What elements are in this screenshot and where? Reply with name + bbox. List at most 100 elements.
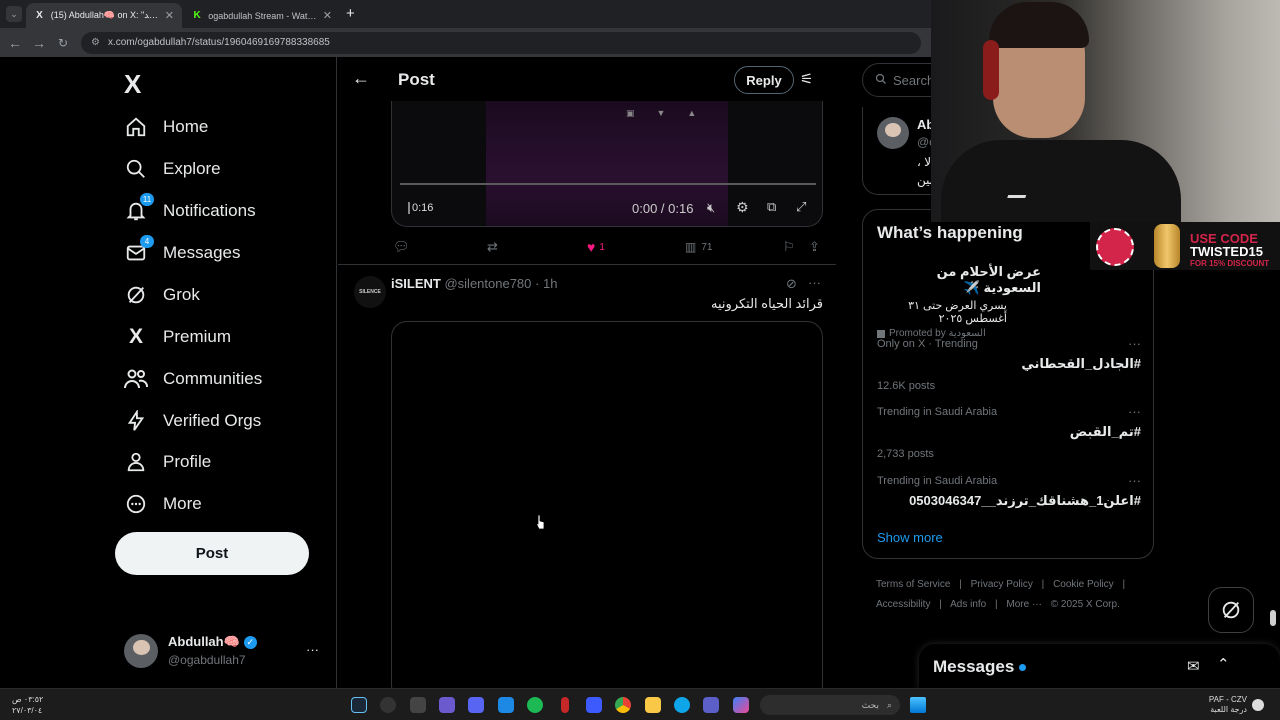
obs-icon[interactable] [380,697,396,713]
browser-tab-x[interactable]: X (15) Abdullah🧠 on X: "قرائد... ✕ [26,3,182,28]
reload-icon[interactable]: ↻ [51,36,75,50]
nav-item-profile[interactable]: Profile [124,442,211,482]
app-blue-icon[interactable] [498,697,514,713]
site-info-icon[interactable]: ⚙ [91,37,100,48]
like-button[interactable]: ♥ 1 [587,239,605,255]
bell-icon: 11 [124,193,154,223]
settings-icon[interactable]: ⚙ [736,199,749,216]
video-player[interactable] [391,321,823,688]
tweet-author-handle[interactable]: @silentone780 [444,276,531,291]
nav-item-home[interactable]: Home [124,107,208,147]
footer-link[interactable]: Cookie Policy [1053,579,1114,590]
footer-link[interactable]: More ··· [1006,599,1042,610]
account-more-icon[interactable]: ··· [306,642,319,657]
new-message-icon[interactable]: ✉ [1187,657,1200,675]
nav-item-more[interactable]: More [124,484,202,524]
footer-link[interactable]: Ads info [950,599,986,610]
app-red-icon[interactable] [561,697,569,713]
grok-icon[interactable]: ⊘ [786,276,797,292]
tray-icon[interactable] [1252,699,1264,711]
footer-link[interactable]: Privacy Policy [971,579,1033,590]
tweet-more-icon[interactable]: ··· [808,275,821,290]
search-icon [124,157,148,181]
expand-chevron-icon[interactable]: ⌃ [1217,655,1230,673]
trend-item[interactable]: Trending in Saudi Arabia ··· #تم_القبض 2… [877,404,1141,460]
picture-in-picture-icon[interactable]: ⧉ [767,199,776,215]
trend-item[interactable]: Trending in Saudi Arabia ··· #اعلن1_هشنا… [877,473,1141,509]
forward-arrow-icon[interactable]: → [27,35,51,51]
trend-more-icon[interactable]: ··· [1128,473,1141,488]
discord-icon[interactable] [468,697,484,713]
trend-more-icon[interactable]: ··· [1128,404,1141,419]
app-x-icon[interactable] [410,697,426,713]
new-tab-button[interactable]: + [346,5,355,22]
spotify-icon[interactable] [527,697,543,713]
avatar[interactable]: SILENCE [354,276,386,308]
close-tab-icon[interactable]: ✕ [317,9,332,22]
back-arrow-icon[interactable]: ← [3,35,27,51]
chrome-icon[interactable] [615,697,631,713]
x-logo-icon[interactable]: X [124,69,141,100]
promoted-trend[interactable]: عرض الأحلام من السعودية ✈️ يسري العرض حت… [877,264,1141,339]
close-tab-icon[interactable]: ✕ [159,9,174,22]
tray-text: PAF - CZV درجة اللعبة [1205,695,1247,715]
account-switcher[interactable]: Abdullah🧠 ✓ @ogabdullah7 ··· [124,632,324,672]
post-button[interactable]: Post [115,532,309,575]
grok-button[interactable] [1208,587,1254,633]
filter-sliders-icon[interactable]: ⚟ [800,70,813,88]
sponsor-logo [1096,228,1134,266]
steam-icon[interactable] [351,697,367,713]
footer-separator: | [1041,579,1045,590]
nav-item-messages[interactable]: 4 Messages [124,233,240,273]
headset [983,40,999,100]
messages-drawer[interactable]: Messages ✉ ⌃ [919,644,1280,690]
fullscreen-icon[interactable]: ⤢ [796,199,806,215]
tweet-author-name[interactable]: iSILENT [391,276,441,291]
browser-tab-kick[interactable]: K ogabdullah Stream - Watch Live ✕ [184,3,340,28]
nav-item-grok[interactable]: Grok [124,275,200,315]
teams-icon[interactable] [703,697,719,713]
views-button[interactable]: ▥ 71 [685,240,712,254]
x-favicon-icon: X [36,10,43,21]
edge-icon[interactable] [674,697,690,713]
game-icon[interactable] [439,697,455,713]
copilot-icon[interactable] [733,697,749,713]
tweet-time[interactable]: · 1h [535,276,557,291]
taskbar-search[interactable]: بحث ⌕ [760,695,900,715]
tab-list-button[interactable]: ⌄ [6,6,22,22]
url-text: x.com/ogabdullah7/status/196046916978833… [107,37,330,48]
sponsor-banner: USE CODE TWISTED15 FOR 15% DISCOUNT [1090,222,1280,270]
nav-item-verified-orgs[interactable]: Verified Orgs [124,401,261,441]
share-icon[interactable]: ⇪ [809,239,820,255]
notification-badge: 11 [140,193,154,206]
show-more-link[interactable]: Show more [877,530,943,545]
search-icon [875,73,887,88]
nav-item-premium[interactable]: X Premium [124,317,231,357]
nav-item-notifications[interactable]: 11 Notifications [124,191,256,231]
windows-start-icon[interactable] [910,697,926,713]
repost-icon[interactable]: ⇄ [487,239,498,255]
folder-icon[interactable] [645,697,661,713]
trend-item[interactable]: Only on X · Trending ··· #الجادل_القحطان… [877,336,1141,392]
scrollbar-thumb[interactable] [1270,610,1276,626]
trend-more-icon[interactable]: ··· [1128,336,1141,351]
nav-label: Explore [163,159,221,178]
footer-link[interactable]: Accessibility [876,599,930,610]
taskbar-clock[interactable]: ٠٣:٥٢ ص ٢٧/٠٣/٠٤ [12,694,43,716]
address-bar[interactable]: ⚙ x.com/ogabdullah7/status/1960469169788… [81,31,921,54]
video-player[interactable]: ▣▼▲ 0:16 0:00 / 0:16 🔇︎ ⚙ ⧉ ⤢ [391,101,823,227]
nav-item-communities[interactable]: Communities [124,359,262,399]
video-progress-bar[interactable] [400,183,816,185]
left-sidebar: X Home Explore 11 Notifications 4 Messag… [0,57,337,688]
nav-item-explore[interactable]: Explore [124,149,221,189]
bookmark-icon[interactable]: ⚐ [783,239,795,255]
footer-link[interactable]: Terms of Service [876,579,950,590]
grok-icon [1222,601,1240,619]
mute-icon[interactable]: 🔇︎ [707,200,715,216]
back-arrow-icon[interactable]: ← [352,68,370,89]
reply-button[interactable]: Reply [734,66,794,94]
account-handle: @ogabdullah7 [168,653,246,667]
reply-icon[interactable]: 💬︎ [393,239,410,255]
app-store-icon[interactable] [586,697,602,713]
tray-line: PAF - CZV [1208,695,1247,704]
